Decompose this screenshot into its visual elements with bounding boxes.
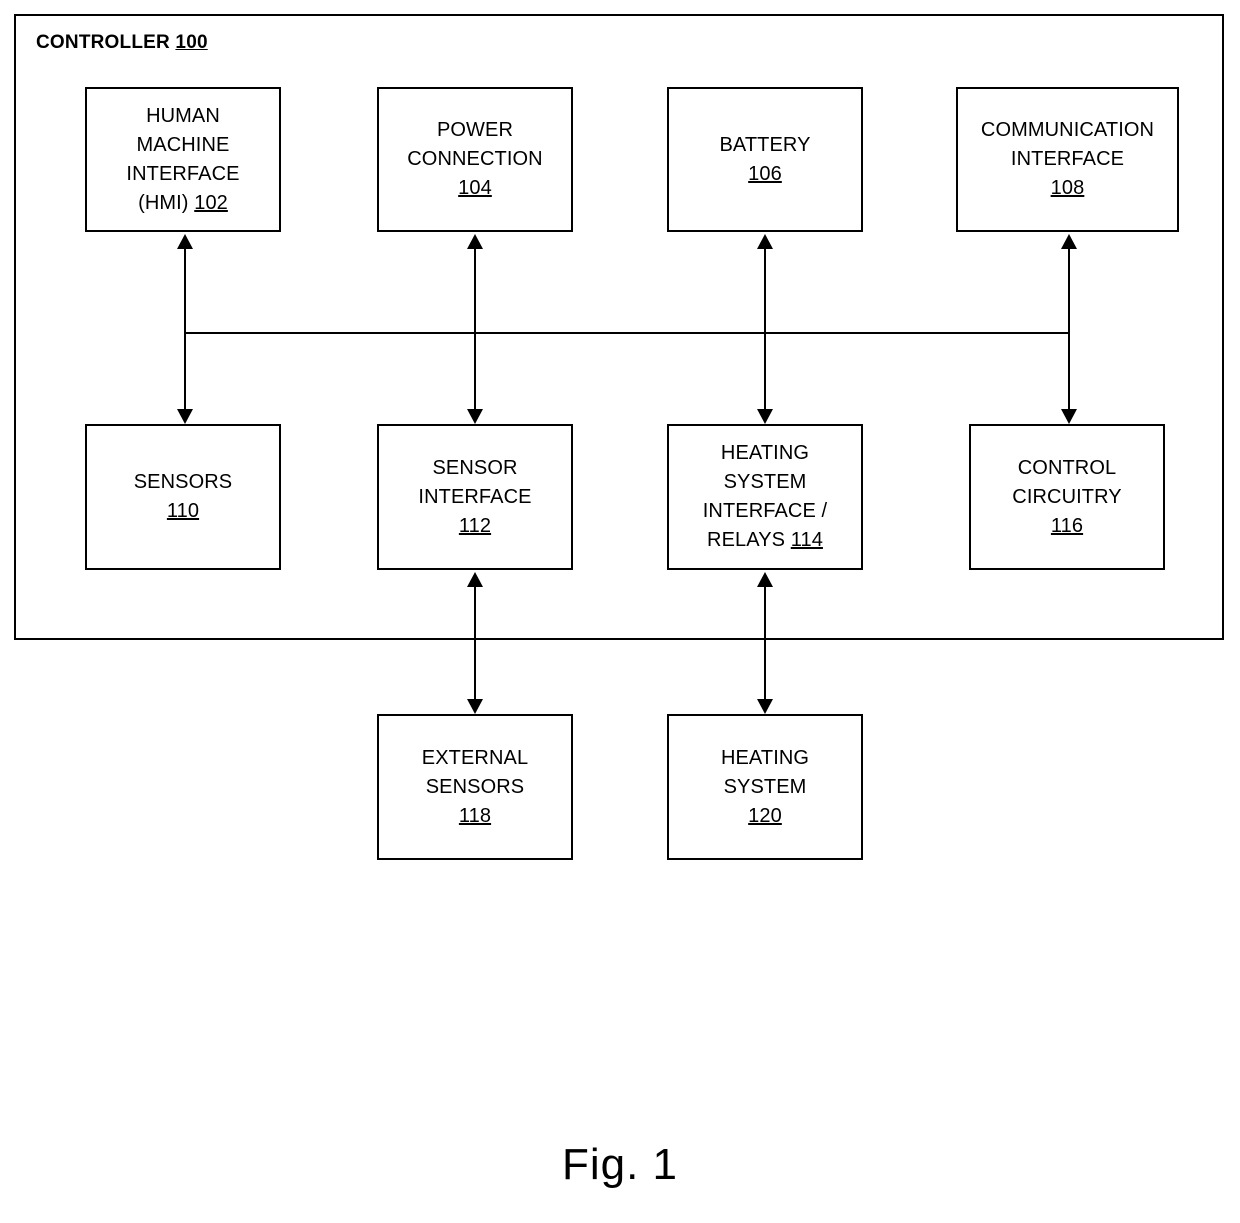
block-label-power-connection: POWER CONNECTION 104	[401, 116, 548, 203]
sensors-label-text: SENSORS	[133, 471, 233, 493]
controller-title-ref: 100	[175, 32, 208, 53]
block-label-battery: BATTERY 106	[713, 131, 816, 189]
block-sensors: SENSORS 110	[85, 424, 281, 570]
control-circuitry-label-ref: 116	[1050, 514, 1084, 537]
block-power-connection: POWER CONNECTION 104	[377, 87, 573, 232]
connector-communication-control-circuitry-line	[1068, 240, 1070, 416]
connector-hmi-sensors-arrowhead-down	[177, 409, 193, 424]
block-communication-interface: COMMUNICATION INTERFACE 108	[956, 87, 1179, 232]
connector-heating-interface-heating-system-arrowhead-down	[757, 699, 773, 714]
connector-sensor-interface-external-sensors-arrowhead-down	[467, 699, 483, 714]
block-label-sensor-interface: SENSOR INTERFACE 112	[412, 454, 537, 541]
controller-title: CONTROLLER 100	[36, 32, 208, 54]
hmi-label-ref: 102	[194, 191, 228, 214]
connector-power-sensor-interface-line	[474, 240, 476, 416]
battery-label-ref: 106	[748, 162, 782, 185]
connector-hmi-sensors-arrowhead-up	[177, 234, 193, 249]
sensor-interface-label-text: SENSOR INTERFACE	[418, 456, 532, 508]
communication-interface-label-text: COMMUNICATION INTERFACE	[980, 119, 1155, 170]
block-label-external-sensors: EXTERNAL SENSORS 118	[416, 744, 534, 831]
block-label-control-circuitry: CONTROL CIRCUITRY 116	[1006, 454, 1127, 541]
connector-communication-control-circuitry-arrowhead-down	[1061, 409, 1077, 424]
block-label-communication-interface: COMMUNICATION INTERFACE 108	[975, 116, 1160, 203]
power-connection-label-ref: 104	[458, 177, 492, 199]
internal-bus-line	[184, 332, 1068, 334]
connector-battery-heating-interface-arrowhead-up	[757, 234, 773, 249]
connector-sensor-interface-external-sensors-arrowhead-up	[467, 572, 483, 587]
patent-figure-page: CONTROLLER 100 HUMAN MACHINE INTERFACE (…	[0, 0, 1240, 1223]
connector-battery-heating-interface-line	[764, 240, 766, 416]
connector-battery-heating-interface-arrowhead-down	[757, 409, 773, 424]
sensor-interface-label-ref: 112	[458, 514, 492, 537]
control-circuitry-label-text: CONTROL CIRCUITRY	[1012, 456, 1122, 508]
figure-caption: Fig. 1	[561, 1140, 679, 1189]
block-control-circuitry: CONTROL CIRCUITRY 116	[969, 424, 1165, 570]
connector-heating-interface-heating-system-line	[764, 578, 766, 706]
connector-communication-control-circuitry-arrowhead-up	[1061, 234, 1077, 249]
block-sensor-interface: SENSOR INTERFACE 112	[377, 424, 573, 570]
battery-label-text: BATTERY	[719, 133, 811, 156]
connector-sensor-interface-external-sensors-line	[474, 578, 476, 706]
block-battery: BATTERY 106	[667, 87, 863, 232]
block-label-hmi: HUMAN MACHINE INTERFACE (HMI) 102	[120, 102, 245, 218]
power-connection-label-text: POWER CONNECTION	[407, 119, 543, 170]
block-label-sensors: SENSORS 110	[128, 468, 239, 526]
block-human-machine-interface: HUMAN MACHINE INTERFACE (HMI) 102	[85, 87, 281, 232]
heating-system-interface-label-ref: 114	[790, 529, 823, 551]
block-label-heating-system-interface: HEATING SYSTEM INTERFACE / RELAYS 114	[697, 439, 833, 555]
block-external-sensors: EXTERNAL SENSORS 118	[377, 714, 573, 860]
connector-power-sensor-interface-arrowhead-down	[467, 409, 483, 424]
external-sensors-label-text: EXTERNAL SENSORS	[421, 746, 529, 798]
external-sensors-label-ref: 118	[458, 804, 492, 827]
heating-system-label-text: HEATING SYSTEM	[720, 746, 810, 798]
block-heating-system: HEATING SYSTEM 120	[667, 714, 863, 860]
connector-heating-interface-heating-system-arrowhead-up	[757, 572, 773, 587]
controller-title-text: CONTROLLER	[36, 32, 176, 53]
communication-interface-label-ref: 108	[1050, 177, 1085, 199]
block-heating-system-interface-relays: HEATING SYSTEM INTERFACE / RELAYS 114	[667, 424, 863, 570]
sensors-label-ref: 110	[166, 500, 200, 522]
connector-power-sensor-interface-arrowhead-up	[467, 234, 483, 249]
block-label-heating-system: HEATING SYSTEM 120	[715, 744, 815, 831]
heating-system-label-ref: 120	[748, 804, 782, 827]
connector-hmi-sensors-line	[184, 240, 186, 416]
